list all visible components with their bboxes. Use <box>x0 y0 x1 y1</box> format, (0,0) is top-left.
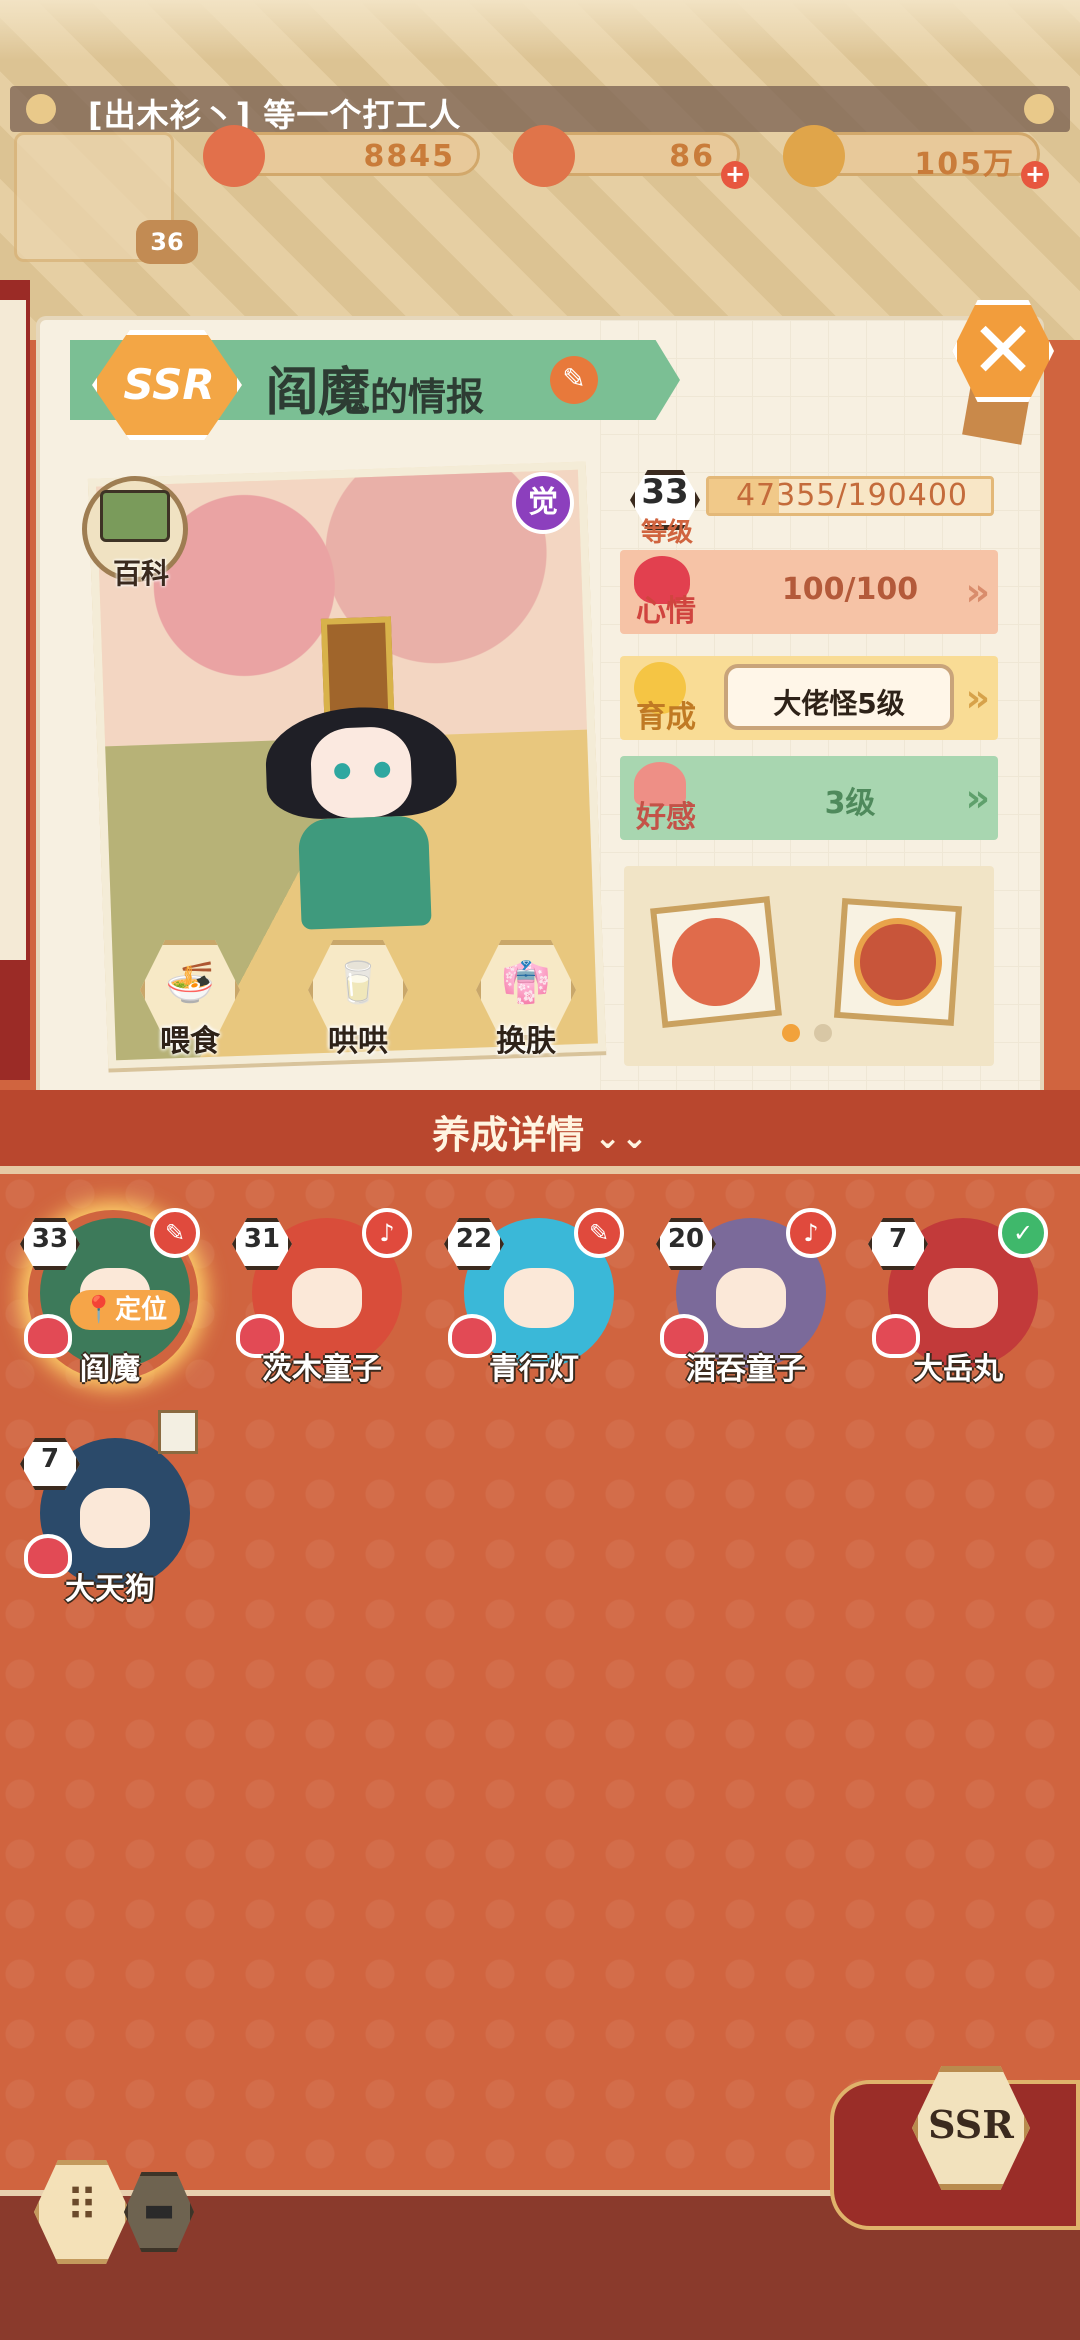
shikigami-level: 22 <box>455 1224 493 1254</box>
mood-value: 100/100 <box>781 572 919 607</box>
cake-icon <box>667 913 765 1011</box>
affinity-value: 3级 <box>824 786 876 821</box>
face <box>309 725 413 820</box>
book-status-icon: ✎ <box>150 1208 200 1258</box>
level-label: 等级 <box>640 518 693 548</box>
skin-label: 换肤 <box>496 1024 556 1059</box>
resource-value: 8845 <box>363 139 455 174</box>
kimono-icon: 👘 <box>501 960 551 1006</box>
chevron-down-icon: ⌄⌄ <box>594 1118 648 1156</box>
level-value: 33 <box>641 472 689 512</box>
roster-item[interactable]: 33 ✎ 📍定位 阎魔 <box>20 1194 200 1387</box>
mood-label: 心情 <box>636 594 696 629</box>
avatar-face <box>716 1268 786 1328</box>
flower-icon <box>26 94 56 124</box>
nurture-row[interactable]: 育成 大佬怪5级 » <box>620 656 998 740</box>
bell-status-icon: ♪ <box>362 1208 412 1258</box>
shikigami-level: 7 <box>40 1444 60 1474</box>
mood-row[interactable]: 心情 100/100 » <box>620 550 998 634</box>
shikigami-name: 酒吞童子 <box>686 1352 806 1387</box>
milk-carton-icon: 🥛 <box>333 960 383 1006</box>
player-title: [出木衫丶] 等一个打工人 <box>88 96 462 134</box>
shikigami-level: 31 <box>243 1224 281 1254</box>
wheel-icon <box>851 915 945 1009</box>
chevron-right-icon: » <box>965 776 990 820</box>
flower-icon <box>1024 94 1054 124</box>
rarity-text: SSR <box>123 360 215 409</box>
resource-crystal[interactable]: 86 + <box>513 125 749 189</box>
resource-value: 105万 <box>914 147 1015 182</box>
awaken-badge: 觉 <box>512 472 574 534</box>
scroll-icon <box>158 1410 198 1454</box>
robe <box>297 815 432 930</box>
roster-item[interactable]: 7 大天狗 <box>20 1410 200 1607</box>
nurture-label: 育成 <box>636 700 696 735</box>
gift-carousel[interactable] <box>624 866 994 1066</box>
avatar-face <box>292 1268 362 1328</box>
shikigami-roster: 33 ✎ 📍定位 阎魔 31 ♪ 茨木童子 22 ✎ 青行灯 20 ♪ 酒吞童子… <box>0 1174 1080 2204</box>
locate-label: 定位 <box>115 1295 168 1325</box>
shikigami-name: 茨木童子 <box>262 1352 382 1387</box>
book-icon <box>100 490 170 542</box>
checkmark-icon: ✓ <box>998 1208 1048 1258</box>
affinity-label: 好感 <box>636 800 696 835</box>
info-title: 阎魔的情报 <box>266 350 484 425</box>
roster-item[interactable]: 31 ♪ 茨木童子 <box>232 1194 412 1387</box>
noodle-bowl-icon: 🍜 <box>165 960 215 1006</box>
nurture-value: 大佬怪5级 <box>773 687 905 720</box>
resource-value: 86 <box>669 139 715 174</box>
edit-icon[interactable]: ✎ <box>550 356 598 404</box>
avatar-face <box>80 1488 150 1548</box>
shikigami-portrait[interactable] <box>251 614 472 931</box>
gold-coin-icon <box>783 125 845 187</box>
exp-bar: 47355/190400 <box>706 476 994 516</box>
affinity-row[interactable]: 好感 3级 » <box>620 756 998 840</box>
nurture-detail-toggle[interactable]: 养成详情 ⌄⌄ <box>0 1104 1080 1159</box>
nurture-level-pill: 大佬怪5级 <box>724 664 954 730</box>
title-suffix: 的情报 <box>370 375 485 419</box>
avatar-face <box>928 1268 998 1328</box>
bell-status-icon: ♪ <box>786 1208 836 1258</box>
roster-item[interactable]: 7 ✓ 大岳丸 <box>868 1194 1048 1387</box>
chevron-right-icon: » <box>965 570 990 614</box>
carousel-dot[interactable] <box>814 1024 832 1042</box>
coin-heart-icon <box>203 125 265 187</box>
add-gold-button[interactable]: + <box>1021 161 1049 189</box>
roster-item[interactable]: 22 ✎ 青行灯 <box>444 1194 624 1387</box>
feed-label: 喂食 <box>160 1024 220 1059</box>
shikigami-name: 青行灯 <box>489 1352 579 1387</box>
list-icon: ▬ <box>142 2190 176 2230</box>
gift-cake-frame[interactable] <box>650 896 782 1028</box>
shikigami-name: 大天狗 <box>65 1572 155 1607</box>
shikigami-name: 阎魔 <box>266 363 371 423</box>
exp-text: 47355/190400 <box>735 478 969 513</box>
shikigami-level: 7 <box>888 1224 908 1254</box>
grid-icon: ⠿ <box>65 2181 99 2232</box>
rarity-filter-label: SSR <box>928 2102 1014 2147</box>
book-left-page <box>0 300 26 960</box>
pen-status-icon: ✎ <box>574 1208 624 1258</box>
carousel-dot-active[interactable] <box>782 1024 800 1042</box>
nurture-detail-label: 养成详情 <box>432 1113 585 1157</box>
roster-item[interactable]: 20 ♪ 酒吞童子 <box>656 1194 836 1387</box>
wiki-label: 百科 <box>112 557 169 590</box>
add-crystal-button[interactable]: + <box>721 161 749 189</box>
shikigami-level: 20 <box>667 1224 705 1254</box>
shikigami-name: 大岳丸 <box>913 1352 1003 1387</box>
divider <box>0 1166 1080 1174</box>
resource-gold[interactable]: 105万 + <box>783 125 1049 189</box>
avatar-face <box>504 1268 574 1328</box>
locate-button[interactable]: 📍定位 <box>70 1290 180 1330</box>
resource-coin-heart[interactable]: 8845 <box>203 125 480 187</box>
player-level-badge: 36 <box>136 220 198 264</box>
gift-wheel-frame[interactable] <box>833 897 963 1027</box>
chevron-right-icon: » <box>965 676 990 720</box>
shikigami-level: 33 <box>31 1224 69 1254</box>
coax-label: 哄哄 <box>328 1024 388 1059</box>
shikigami-name: 阎魔 <box>80 1352 140 1387</box>
close-icon: ✕ <box>970 306 1036 396</box>
crystal-icon <box>513 125 575 187</box>
